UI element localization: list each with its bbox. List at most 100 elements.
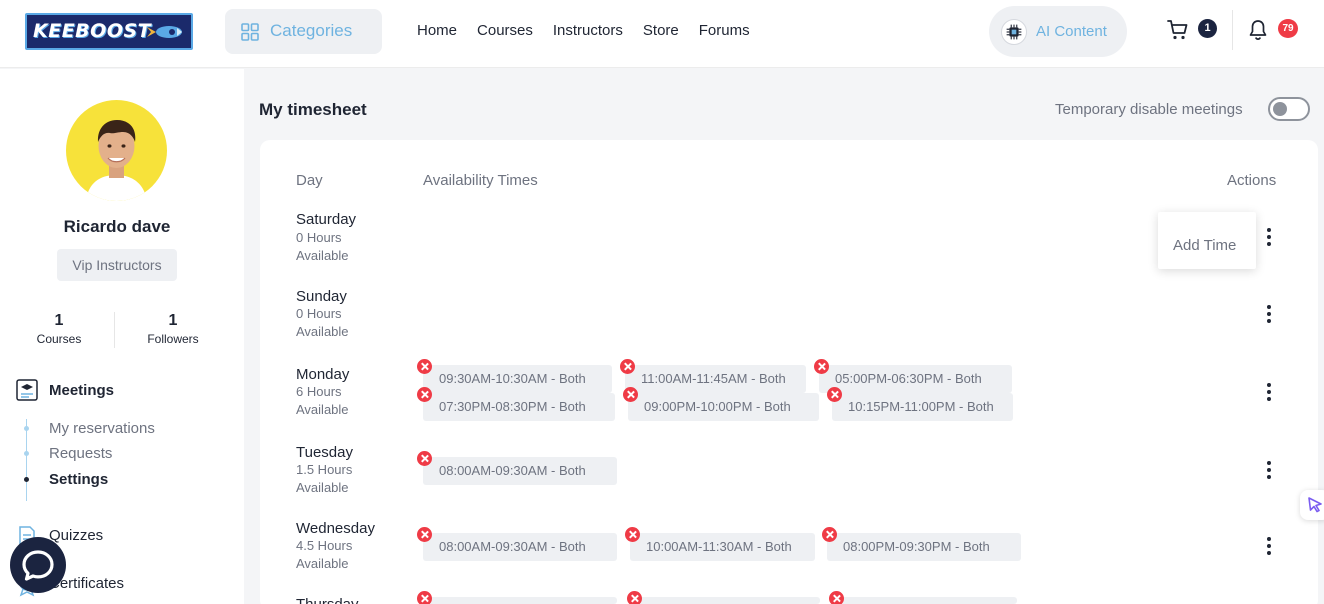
- day-available: Available: [296, 402, 349, 417]
- day-available: Available: [296, 480, 349, 495]
- row-actions-kebab[interactable]: [1266, 228, 1272, 246]
- rocket-icon: [147, 26, 182, 38]
- accessibility-widget[interactable]: [1300, 490, 1324, 520]
- day-hours: 0 Hours: [296, 230, 342, 245]
- remove-slot-icon[interactable]: [827, 387, 842, 402]
- remove-slot-icon[interactable]: [417, 387, 432, 402]
- day-available: Available: [296, 248, 349, 263]
- time-slot: [834, 597, 1017, 604]
- remove-slot-icon[interactable]: [417, 591, 432, 604]
- time-slot: [632, 597, 820, 604]
- time-slot: 10:00AM-11:30AM - Both: [630, 533, 815, 561]
- main-nav: Home Courses Instructors Store Forums: [417, 22, 750, 39]
- col-header-actions: Actions: [1227, 172, 1277, 189]
- stat-courses-label: Courses: [36, 332, 82, 346]
- nav-instructors[interactable]: Instructors: [553, 22, 623, 39]
- time-slot: 09:30AM-10:30AM - Both: [423, 365, 612, 393]
- remove-slot-icon[interactable]: [829, 591, 844, 604]
- page-title: My timesheet: [259, 100, 367, 119]
- remove-slot-icon[interactable]: [417, 359, 432, 374]
- toggle-knob: [1273, 102, 1287, 116]
- time-slot: 10:15PM-11:00PM - Both: [832, 393, 1013, 421]
- sidebar: Ricardo dave Vip Instructors 1 Courses 1…: [0, 69, 244, 604]
- categories-button[interactable]: Categories: [225, 9, 382, 54]
- submenu-dot: [24, 451, 29, 456]
- stat-divider: [114, 312, 115, 348]
- day-name: Saturday: [296, 211, 357, 228]
- day-hours: 0 Hours: [296, 306, 342, 321]
- stat-courses-num: 1: [54, 312, 64, 329]
- time-slot: 08:00AM-09:30AM - Both: [423, 457, 617, 485]
- col-header-day: Day: [296, 172, 323, 189]
- row-actions-kebab[interactable]: [1266, 537, 1272, 555]
- meetings-icon: [16, 379, 38, 401]
- cart-count-badge: 1: [1198, 19, 1217, 38]
- stat-followers: 1 Followers: [123, 312, 223, 346]
- row-actions-kebab[interactable]: [1266, 383, 1272, 401]
- header-divider: [1232, 10, 1233, 50]
- nav-home[interactable]: Home: [417, 22, 457, 39]
- remove-slot-icon[interactable]: [625, 527, 640, 542]
- remove-slot-icon[interactable]: [417, 527, 432, 542]
- add-time-option[interactable]: Add Time: [1173, 237, 1236, 254]
- chat-icon: [22, 550, 54, 581]
- actions-dropdown: Add Time: [1158, 212, 1256, 269]
- row-actions-kebab[interactable]: [1266, 461, 1272, 479]
- day-hours: 1.5 Hours: [296, 462, 353, 477]
- submenu-dot-active: [24, 477, 29, 482]
- submenu-settings[interactable]: Settings: [49, 471, 108, 488]
- notifications-count-badge: 79: [1278, 19, 1298, 38]
- nav-forums[interactable]: Forums: [699, 22, 750, 39]
- day-name: Wednesday: [296, 520, 375, 537]
- logo-text: KEEBOOST: [33, 20, 152, 42]
- cursor-icon: [1308, 497, 1322, 513]
- day-available: Available: [296, 324, 349, 339]
- time-slot: 08:00PM-09:30PM - Both: [827, 533, 1021, 561]
- row-actions-kebab[interactable]: [1266, 305, 1272, 323]
- remove-slot-icon[interactable]: [822, 527, 837, 542]
- col-header-availability: Availability Times: [423, 172, 538, 189]
- keeboost-logo[interactable]: KEEBOOST: [25, 13, 193, 50]
- time-slot: 07:30PM-08:30PM - Both: [423, 393, 615, 421]
- submenu-requests[interactable]: Requests: [49, 445, 112, 462]
- time-slot: 08:00AM-09:30AM - Both: [423, 533, 617, 561]
- categories-label: Categories: [270, 21, 353, 40]
- time-slot: [423, 597, 617, 604]
- remove-slot-icon[interactable]: [620, 359, 635, 374]
- cart-icon[interactable]: [1166, 18, 1190, 42]
- day-name: Sunday: [296, 288, 347, 305]
- submenu-line: [26, 419, 27, 501]
- top-header: KEEBOOST Categories Home Courses Instruc…: [0, 0, 1324, 68]
- day-hours: 6 Hours: [296, 384, 342, 399]
- nav-store[interactable]: Store: [643, 22, 679, 39]
- day-name: Tuesday: [296, 444, 353, 461]
- menu-meetings[interactable]: Meetings: [49, 382, 114, 399]
- user-role-badge: Vip Instructors: [57, 249, 177, 281]
- remove-slot-icon[interactable]: [417, 451, 432, 466]
- submenu-dot: [24, 426, 29, 431]
- stat-followers-num: 1: [168, 312, 178, 329]
- day-hours: 4.5 Hours: [296, 538, 353, 553]
- day-available: Available: [296, 556, 349, 571]
- submenu-my-reservations[interactable]: My reservations: [49, 420, 155, 437]
- remove-slot-icon[interactable]: [627, 591, 642, 604]
- day-name: Thursday: [296, 596, 359, 604]
- time-slot: 09:00PM-10:00PM - Both: [628, 393, 819, 421]
- chat-support-button[interactable]: [10, 537, 66, 593]
- chip-icon: [1001, 19, 1027, 45]
- disable-meetings-label: Temporary disable meetings: [1055, 101, 1243, 118]
- stat-courses: 1 Courses: [9, 312, 109, 346]
- disable-meetings-toggle[interactable]: [1268, 97, 1310, 121]
- avatar[interactable]: [66, 100, 167, 201]
- bell-icon[interactable]: [1248, 19, 1268, 41]
- ai-content-button[interactable]: AI Content: [989, 6, 1127, 57]
- time-slot: 11:00AM-11:45AM - Both: [625, 365, 806, 393]
- remove-slot-icon[interactable]: [623, 387, 638, 402]
- stat-followers-label: Followers: [147, 332, 199, 346]
- remove-slot-icon[interactable]: [814, 359, 829, 374]
- nav-courses[interactable]: Courses: [477, 22, 533, 39]
- day-name: Monday: [296, 366, 350, 383]
- ai-content-label: AI Content: [1036, 23, 1107, 40]
- time-slot: 05:00PM-06:30PM - Both: [819, 365, 1012, 393]
- user-name: Ricardo dave: [63, 217, 171, 236]
